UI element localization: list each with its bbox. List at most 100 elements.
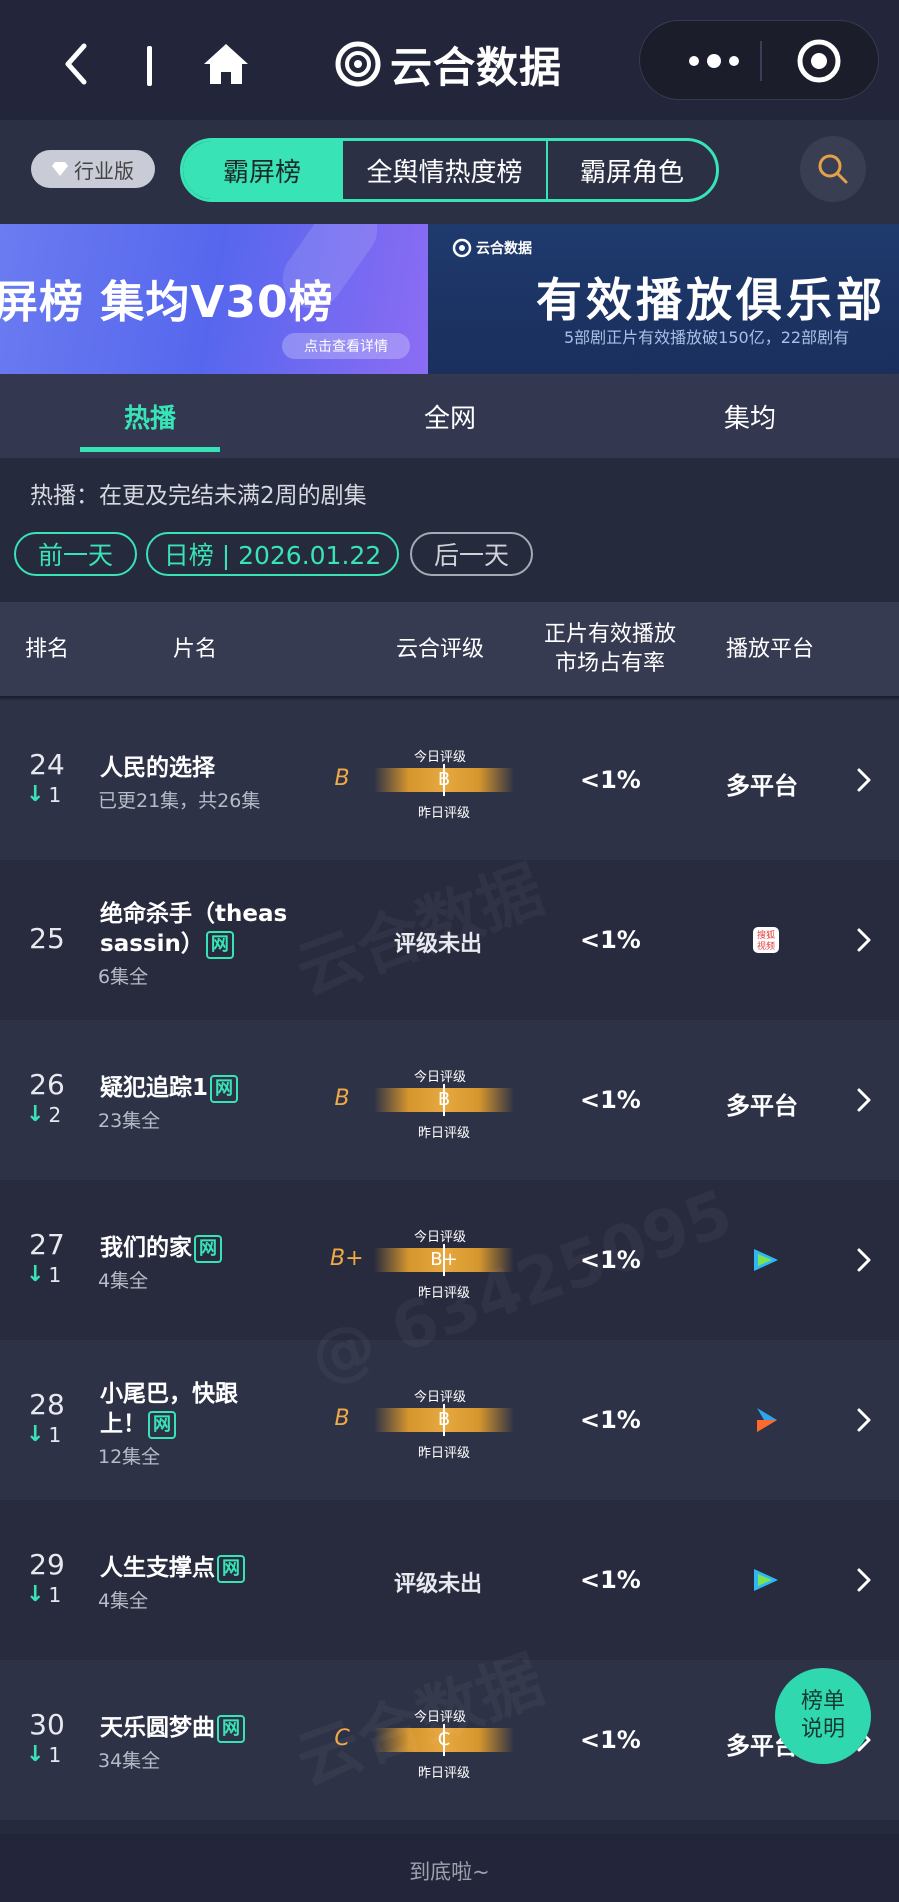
drama-title-line1: 我们的家: [100, 1235, 192, 1261]
episode-info: 34集全: [98, 1750, 161, 1772]
banner-club-subtitle: 5部剧正片有效播放破150亿，22部剧有: [564, 328, 850, 347]
rating-gauge-value: B: [437, 1409, 451, 1430]
explain-line2: 说明: [800, 1717, 845, 1742]
rank-change: ↓ 1: [26, 1582, 61, 1607]
back-arrow-icon[interactable]: [58, 42, 98, 86]
table-header: 排名 片名 云合评级 正片有效播放 市场占有率 播放平台: [0, 602, 899, 698]
episode-info: 23集全: [98, 1110, 161, 1132]
arrow-down-icon: ↓: [26, 1422, 45, 1447]
subtab-all-network[interactable]: 全网: [380, 374, 520, 458]
rank-number: 29: [29, 1548, 65, 1581]
drama-title: 人生支撑点网: [100, 1548, 245, 1583]
episode-info: 12集全: [98, 1446, 161, 1468]
rank-change-value: 1: [48, 1742, 62, 1767]
rating-gauge: B: [374, 1404, 514, 1436]
table-row[interactable]: 28 ↓ 1 小尾巴，快跟 上！网 12集全 B 今日评级 B 昨日评级 <1%: [0, 1340, 899, 1500]
market-share: <1%: [580, 1566, 641, 1594]
platform-label: 多平台: [726, 1092, 798, 1120]
rating-gauge: B: [374, 764, 514, 796]
home-icon[interactable]: [202, 42, 250, 86]
more-icon[interactable]: [684, 49, 744, 73]
tencent-video-icon: [754, 1249, 778, 1271]
tab-bapingbang[interactable]: 霸屏榜: [183, 141, 343, 199]
svg-text:视频: 视频: [757, 940, 775, 952]
list-description: 热播：在更及完结未满2周的剧集: [30, 483, 367, 509]
chevron-right-icon[interactable]: [856, 1567, 872, 1593]
grade-letter: B+: [330, 1246, 364, 1271]
chevron-right-icon[interactable]: [856, 1247, 872, 1273]
market-share: <1%: [580, 766, 641, 794]
drama-title: 我们的家网: [100, 1228, 222, 1263]
chevron-right-icon[interactable]: [856, 767, 872, 793]
table-row[interactable]: 26 ↓ 2 疑犯追踪1 网 23集全 B 今日评级 B 昨日评级 <1% 多平台: [0, 1020, 899, 1180]
drama-title: 人民的选择: [100, 748, 215, 782]
drama-title-cont: sassin）网: [100, 924, 234, 959]
segment-row: 行业版 霸屏榜 全舆情热度榜 霸屏角色: [0, 120, 899, 224]
rank-change: ↓ 1: [26, 1262, 61, 1287]
subtab-episode-avg[interactable]: 集均: [680, 374, 820, 458]
drama-title: 疑犯追踪1 网: [100, 1068, 239, 1103]
drama-title-line2: 上！: [100, 1411, 146, 1437]
episode-info: 4集全: [98, 1590, 149, 1612]
chevron-right-icon[interactable]: [856, 1407, 872, 1433]
rank-change: ↓ 1: [26, 1742, 61, 1767]
active-underline: [80, 447, 220, 452]
top-bar: 云合数据: [0, 0, 899, 120]
yunhe-logo-icon: [335, 41, 381, 87]
list-explanation-button[interactable]: 榜单 说明: [775, 1668, 871, 1764]
table-row[interactable]: 24 ↓ 1 人民的选择 已更21集，共26集 B 今日评级 B 昨日评级 <1% 多平台: [0, 700, 899, 860]
rating-pending: 评级未出: [394, 1572, 483, 1597]
header-rank: 排名: [24, 636, 69, 662]
rank-change-value: 1: [48, 1262, 62, 1287]
banner-club[interactable]: 云合数据 有效播放俱乐部 5部剧正片有效播放破150亿，22部剧有: [428, 224, 899, 374]
drama-title: 天乐圆梦曲网: [100, 1708, 245, 1743]
close-target-icon[interactable]: [795, 37, 843, 85]
diamond-icon: [52, 162, 68, 176]
banner-v30[interactable]: 屏榜 集均V30榜 点击查看详情: [0, 224, 428, 374]
banner-v30-text: 屏榜 集均V30榜: [0, 277, 334, 328]
arrow-down-icon: ↓: [26, 1102, 45, 1127]
tab-screen-roles[interactable]: 霸屏角色: [548, 141, 716, 199]
arrow-down-icon: ↓: [26, 1582, 45, 1607]
subtab-hot-label: 热播: [123, 403, 176, 434]
app-title: 云合数据: [334, 32, 562, 96]
search-button[interactable]: [800, 136, 866, 202]
prev-day-button[interactable]: 前一天: [14, 532, 137, 576]
yesterday-rating-label: 昨日评级: [418, 1766, 471, 1781]
drama-title-line2: sassin）: [100, 931, 204, 957]
rank-change: ↓ 1: [26, 782, 61, 807]
market-share: <1%: [580, 1406, 641, 1434]
rank-change-value: 2: [48, 1102, 62, 1127]
banner-detail-button[interactable]: 点击查看详情: [282, 333, 410, 359]
today-rating-label: 今日评级: [414, 1390, 467, 1405]
episode-info: 已更21集，共26集: [98, 790, 261, 812]
tab-sentiment-heat[interactable]: 全舆情热度榜: [343, 141, 548, 199]
rank-change: ↓ 1: [26, 1422, 61, 1447]
sub-tabs: 热播 全网 集均: [0, 374, 899, 458]
drama-title-line1: 人民的选择: [100, 755, 215, 781]
header-share-line2: 市场占有率: [554, 651, 665, 676]
banner-logo: 云合数据: [452, 238, 532, 258]
next-day-button[interactable]: 后一天: [410, 532, 533, 576]
table-row[interactable]: 29 ↓ 1 人生支撑点网 4集全 评级未出 <1%: [0, 1500, 899, 1660]
banner-club-title: 有效播放俱乐部: [536, 273, 886, 327]
subtab-hot[interactable]: 热播: [80, 374, 220, 458]
header-platform: 播放平台: [725, 636, 814, 662]
grade-letter: B: [334, 1406, 350, 1431]
market-share: <1%: [580, 926, 641, 954]
mini-program-capsule: [639, 20, 879, 100]
rank-number: 27: [29, 1228, 65, 1261]
chevron-right-icon[interactable]: [856, 927, 872, 953]
date-selector[interactable]: 日榜 | 2026.01.22: [146, 532, 399, 576]
rank-change-value: 1: [48, 782, 62, 807]
header-share-line1: 正片有效播放: [543, 622, 676, 648]
drama-title: 绝命杀手（theas: [100, 894, 287, 928]
industry-edition-button[interactable]: 行业版: [31, 150, 155, 188]
web-drama-badge: 网: [210, 1074, 239, 1103]
rank-change-value: 1: [48, 1582, 62, 1607]
end-of-list-text: 到底啦~: [409, 1860, 490, 1884]
rank-number: 26: [29, 1068, 65, 1101]
chevron-right-icon[interactable]: [856, 1087, 872, 1113]
episode-info: 4集全: [98, 1270, 149, 1292]
rank-change: ↓ 2: [26, 1102, 61, 1127]
